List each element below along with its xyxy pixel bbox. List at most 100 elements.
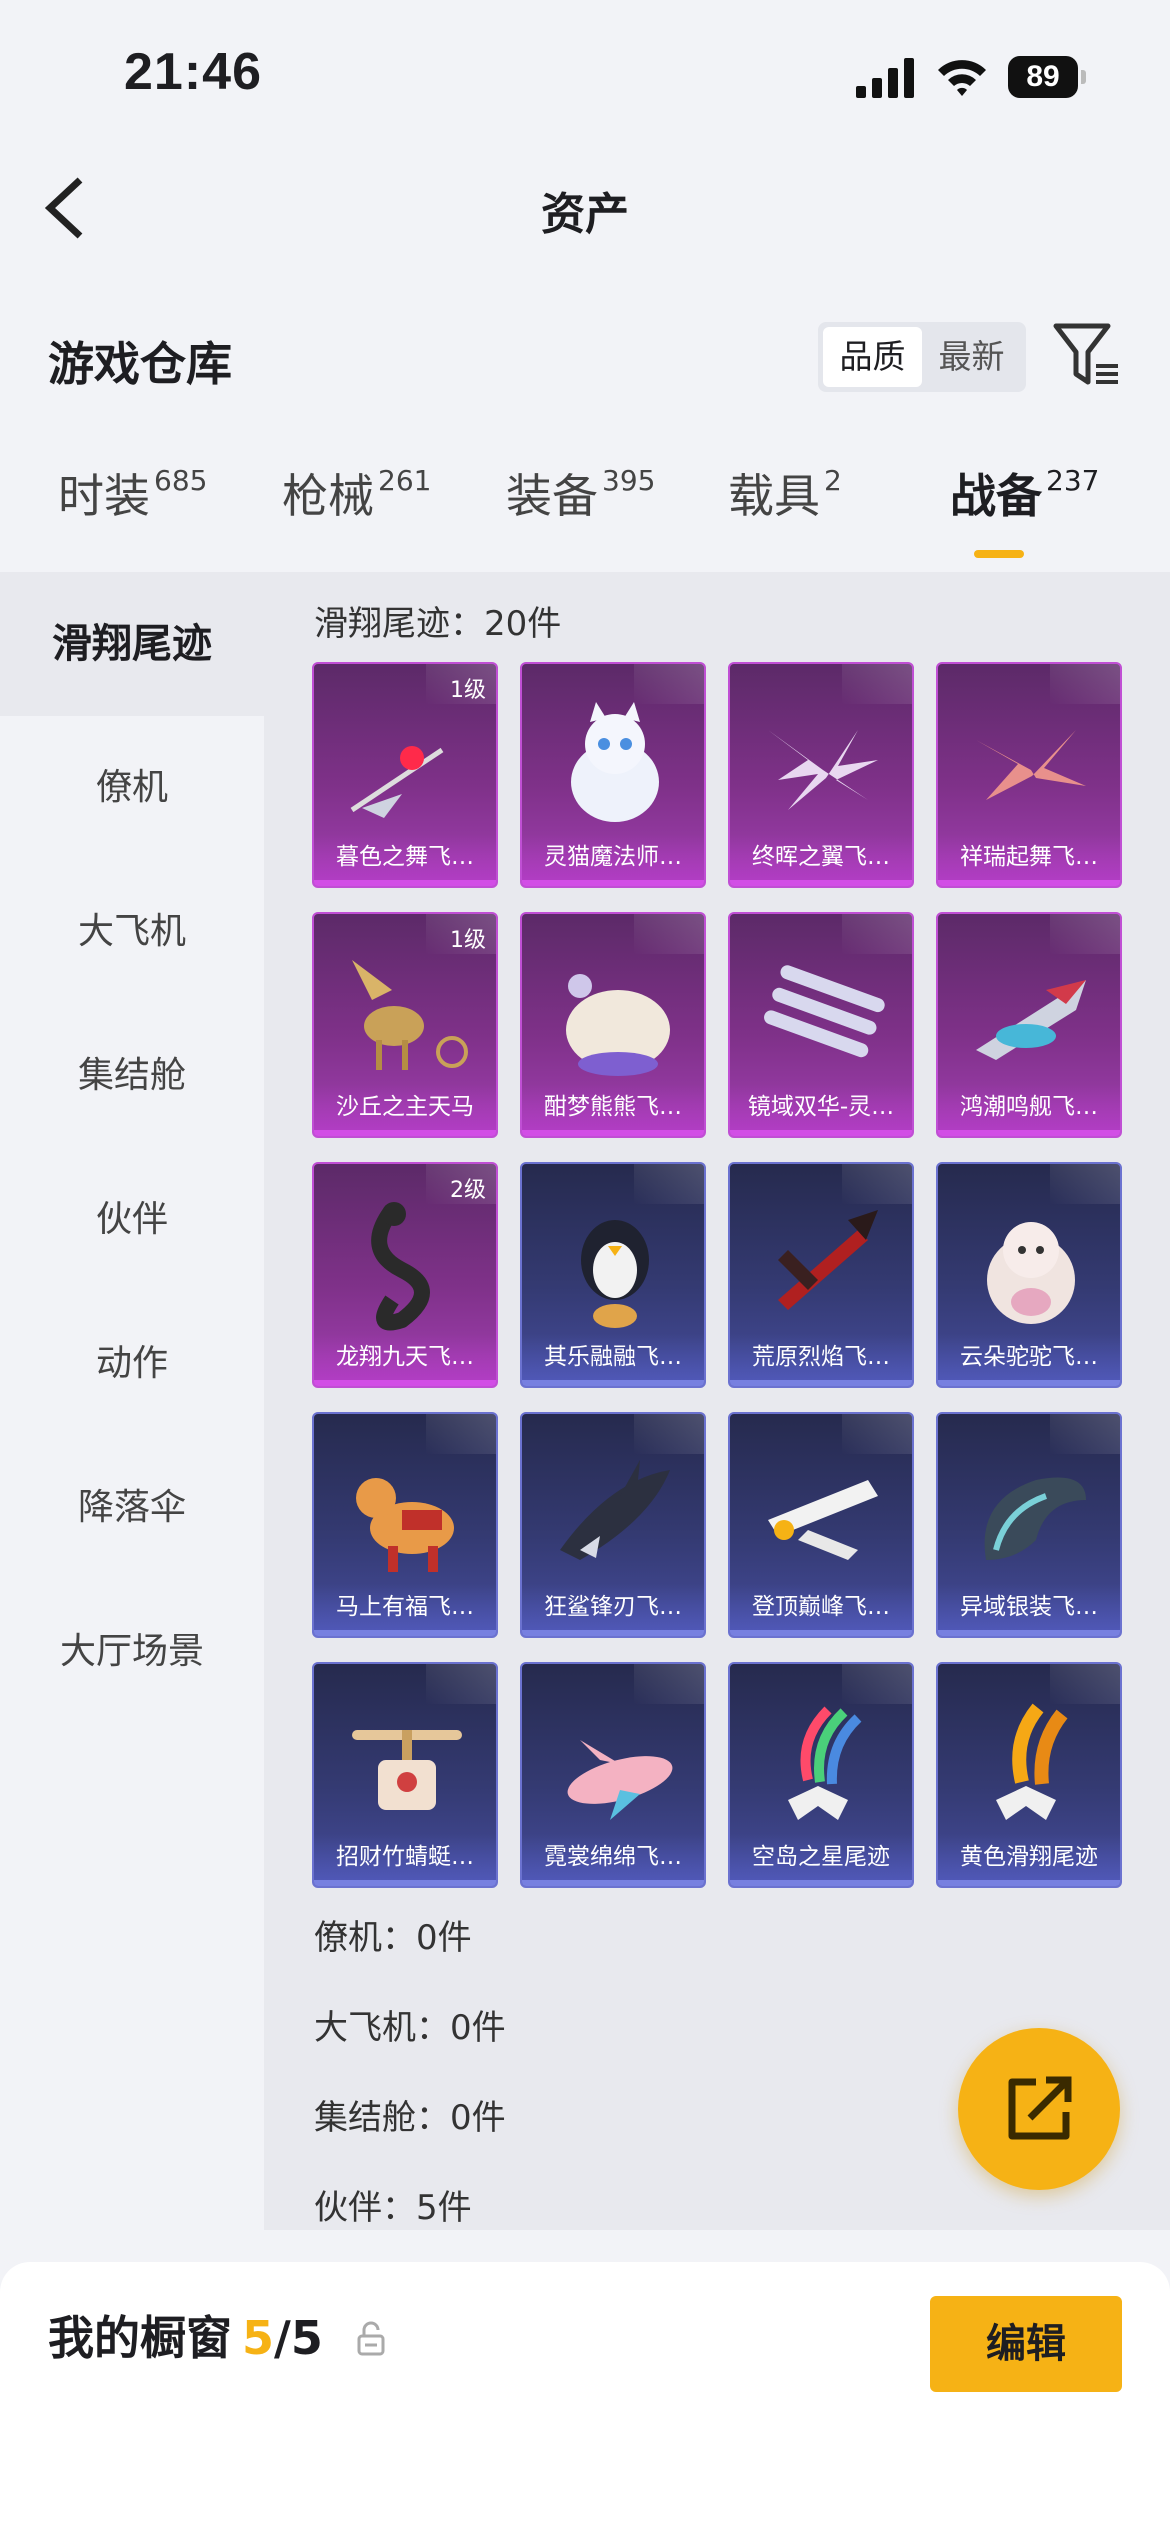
item-name: 招财竹蜻蜓…: [314, 1834, 496, 1886]
item-card[interactable]: 登顶巅峰飞…: [728, 1412, 914, 1638]
tab-firearms[interactable]: 枪械 261: [282, 460, 431, 526]
item-card[interactable]: 酣梦熊熊飞…: [520, 912, 706, 1138]
yellow-smoke-skydiver-icon: [996, 1703, 1068, 1820]
sidebar-item-emote[interactable]: 动作: [0, 1292, 264, 1436]
tab-equipment[interactable]: 装备 395: [506, 460, 655, 526]
item-card[interactable]: 黄色滑翔尾迹: [936, 1662, 1122, 1888]
sort-by-newest[interactable]: 最新: [922, 327, 1021, 387]
sort-by-quality[interactable]: 品质: [823, 327, 922, 387]
rainbow-smoke-skydiver-icon: [788, 1706, 862, 1820]
tab-fashion[interactable]: 时装 685: [58, 460, 207, 526]
item-name: 空岛之星尾迹: [730, 1834, 912, 1886]
crystal-shards-icon: [764, 965, 885, 1058]
lucky-horse-icon: [356, 1478, 454, 1572]
sidebar: 滑翔尾迹 僚机 大飞机 集结舱 伙伴 动作 降落伞 大厅场景: [0, 572, 264, 2230]
item-name: 异域银装飞…: [938, 1584, 1120, 1636]
item-name: 黄色滑翔尾迹: [938, 1834, 1120, 1886]
silver-wings-icon: [984, 1477, 1086, 1560]
magic-cat-icon: [571, 702, 659, 822]
tab-battle-gear[interactable]: 战备 237: [950, 460, 1099, 526]
penguin-icon: [581, 1220, 649, 1328]
item-name: 狂鲨锋刃飞…: [522, 1584, 704, 1636]
battery-icon: 89: [1008, 56, 1086, 98]
bamboo-copter-icon: [352, 1730, 462, 1810]
sidebar-item-wingman[interactable]: 僚机: [0, 716, 264, 860]
flight-trail-red-icon: [350, 746, 444, 818]
sidebar-item-parachute[interactable]: 降落伞: [0, 1436, 264, 1580]
group-header-companion: 伙伴：5件: [314, 2188, 472, 2228]
item-card[interactable]: 1级沙丘之主天马: [312, 912, 498, 1138]
item-card[interactable]: 荒原烈焰飞…: [728, 1162, 914, 1388]
item-name: 其乐融融飞…: [522, 1334, 704, 1386]
item-name: 马上有福飞…: [314, 1584, 496, 1636]
sidebar-item-big-plane[interactable]: 大飞机: [0, 860, 264, 1004]
item-level-badge: 1级: [450, 928, 486, 953]
item-name: 暮色之舞飞…: [314, 834, 496, 886]
feather-wings-icon: [768, 730, 878, 810]
item-card[interactable]: 2级龙翔九天飞…: [312, 1162, 498, 1388]
wifi-icon: [938, 60, 986, 96]
group-header-wingman: 僚机：0件: [314, 1918, 472, 1958]
page-title: 资产: [541, 189, 629, 240]
sidebar-item-companion[interactable]: 伙伴: [0, 1148, 264, 1292]
cellular-signal-icon: [856, 58, 914, 98]
pink-plane-icon: [567, 1740, 673, 1820]
item-name: 祥瑞起舞飞…: [938, 834, 1120, 886]
sidebar-item-glide-trail[interactable]: 滑翔尾迹: [0, 572, 264, 716]
item-card[interactable]: 灵猫魔法师…: [520, 662, 706, 888]
item-level-badge: 1级: [450, 678, 486, 703]
item-name: 酣梦熊熊飞…: [522, 1084, 704, 1136]
item-card[interactable]: 空岛之星尾迹: [728, 1662, 914, 1888]
item-name: 龙翔九天飞…: [314, 1334, 496, 1386]
white-jet-icon: [768, 1480, 878, 1560]
group-header-big-plane: 大飞机：0件: [314, 2008, 506, 2048]
item-card[interactable]: 1级暮色之舞飞…: [312, 662, 498, 888]
item-card[interactable]: 祥瑞起舞飞…: [936, 662, 1122, 888]
item-level-badge: 2级: [450, 1178, 486, 1203]
item-card[interactable]: 马上有福飞…: [312, 1412, 498, 1638]
sidebar-item-assembly-pod[interactable]: 集结舱: [0, 1004, 264, 1148]
showcase-label: 我的橱窗 5/5: [48, 2311, 323, 2365]
battery-level: 89: [1008, 56, 1078, 98]
item-card[interactable]: 云朵驼驼飞…: [936, 1162, 1122, 1388]
active-tab-indicator: [974, 550, 1024, 558]
filter-icon[interactable]: [1052, 322, 1122, 388]
item-name: 镜域双华-灵…: [730, 1084, 912, 1136]
lock-icon: [357, 2321, 385, 2356]
item-name: 沙丘之主天马: [314, 1084, 496, 1136]
item-name: 灵猫魔法师…: [522, 834, 704, 886]
item-name: 登顶巅峰飞…: [730, 1584, 912, 1636]
item-name: 鸿潮鸣舰飞…: [938, 1084, 1120, 1136]
edit-button[interactable]: 编辑: [930, 2296, 1122, 2392]
red-wings-icon: [976, 730, 1086, 800]
sort-toggle: 品质 最新: [818, 322, 1026, 392]
group-header-glide-trail: 滑翔尾迹：20件: [314, 604, 562, 644]
item-card[interactable]: 终晖之翼飞…: [728, 662, 914, 888]
item-card[interactable]: 霓裳绵绵飞…: [520, 1662, 706, 1888]
item-name: 霓裳绵绵飞…: [522, 1834, 704, 1886]
sidebar-item-lobby-scene[interactable]: 大厅场景: [0, 1580, 264, 1724]
item-card[interactable]: 招财竹蜻蜓…: [312, 1662, 498, 1888]
showcase-bar: 我的橱窗 5/5 编辑: [0, 2262, 1170, 2532]
group-header-assembly-pod: 集结舱：0件: [314, 2098, 506, 2138]
golden-pegasus-icon: [352, 960, 468, 1070]
status-time: 21:46: [124, 43, 262, 101]
warship-glider-icon: [976, 980, 1086, 1060]
shark-glider-icon: [560, 1460, 670, 1560]
item-card[interactable]: 镜域双华-灵…: [728, 912, 914, 1138]
section-title: 游戏仓库: [48, 337, 232, 391]
item-card[interactable]: 狂鲨锋刃飞…: [520, 1412, 706, 1638]
item-name: 荒原烈焰飞…: [730, 1334, 912, 1386]
item-card[interactable]: 鸿潮鸣舰飞…: [936, 912, 1122, 1138]
item-name: 终晖之翼飞…: [730, 834, 912, 886]
item-card[interactable]: 异域银装飞…: [936, 1412, 1122, 1638]
black-dragon-icon: [371, 1202, 430, 1331]
share-icon: [1008, 2076, 1072, 2140]
item-name: 云朵驼驼飞…: [938, 1334, 1120, 1386]
status-bar: 21:46 89: [0, 0, 1170, 150]
alpaca-icon: [987, 1222, 1075, 1324]
tab-vehicles[interactable]: 载具 2: [728, 460, 842, 526]
share-button[interactable]: [958, 2028, 1120, 2190]
sleepy-bear-icon: [566, 974, 670, 1076]
item-card[interactable]: 其乐融融飞…: [520, 1162, 706, 1388]
